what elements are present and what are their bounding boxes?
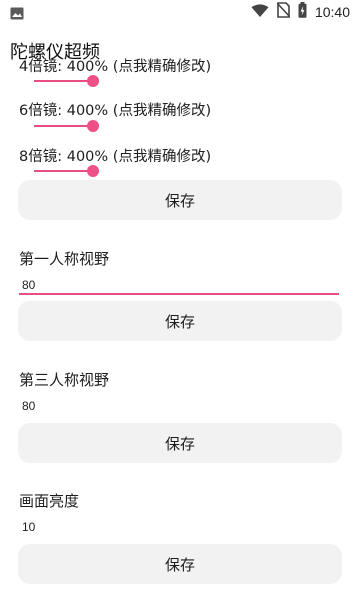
first-person-fov-title: 第一人称视野 [19,250,110,268]
battery-charging-icon [298,2,307,22]
first-person-fov-input[interactable]: 80 [22,278,35,292]
first-person-fov-underline [19,293,339,295]
slider-thumb[interactable] [87,165,99,177]
save-third-person-fov-button[interactable]: 保存 [18,423,342,463]
slider-thumb[interactable] [87,120,99,132]
scope-8x-slider[interactable] [34,164,99,178]
status-bar: 10:40 [0,0,360,24]
brightness-input[interactable]: 10 [22,520,35,534]
slider-track [34,125,93,127]
brightness-title: 画面亮度 [19,492,80,510]
slider-thumb[interactable] [87,75,99,87]
scope-6x-slider[interactable] [34,119,99,133]
settings-scroll-content[interactable]: 4倍镜: 400% (点我精确修改) 6倍镜: 400% (点我精确修改) 8倍… [0,0,360,600]
scope-4x-slider[interactable] [34,74,99,88]
page-title: 陀螺仪超频 [10,42,100,63]
save-scopes-button[interactable]: 保存 [18,180,342,220]
wifi-icon [251,3,269,22]
third-person-fov-input[interactable]: 80 [22,399,35,413]
third-person-fov-title: 第三人称视野 [19,371,110,389]
slider-track [34,170,93,172]
save-first-person-fov-button[interactable]: 保存 [18,301,342,341]
scope-8x-label[interactable]: 8倍镜: 400% (点我精确修改) [19,145,211,166]
clock: 10:40 [314,4,350,20]
slider-track [34,80,93,82]
no-sim-icon [276,2,291,22]
scope-6x-label[interactable]: 6倍镜: 400% (点我精确修改) [19,99,211,120]
save-brightness-button[interactable]: 保存 [18,544,342,584]
image-icon [10,5,26,20]
